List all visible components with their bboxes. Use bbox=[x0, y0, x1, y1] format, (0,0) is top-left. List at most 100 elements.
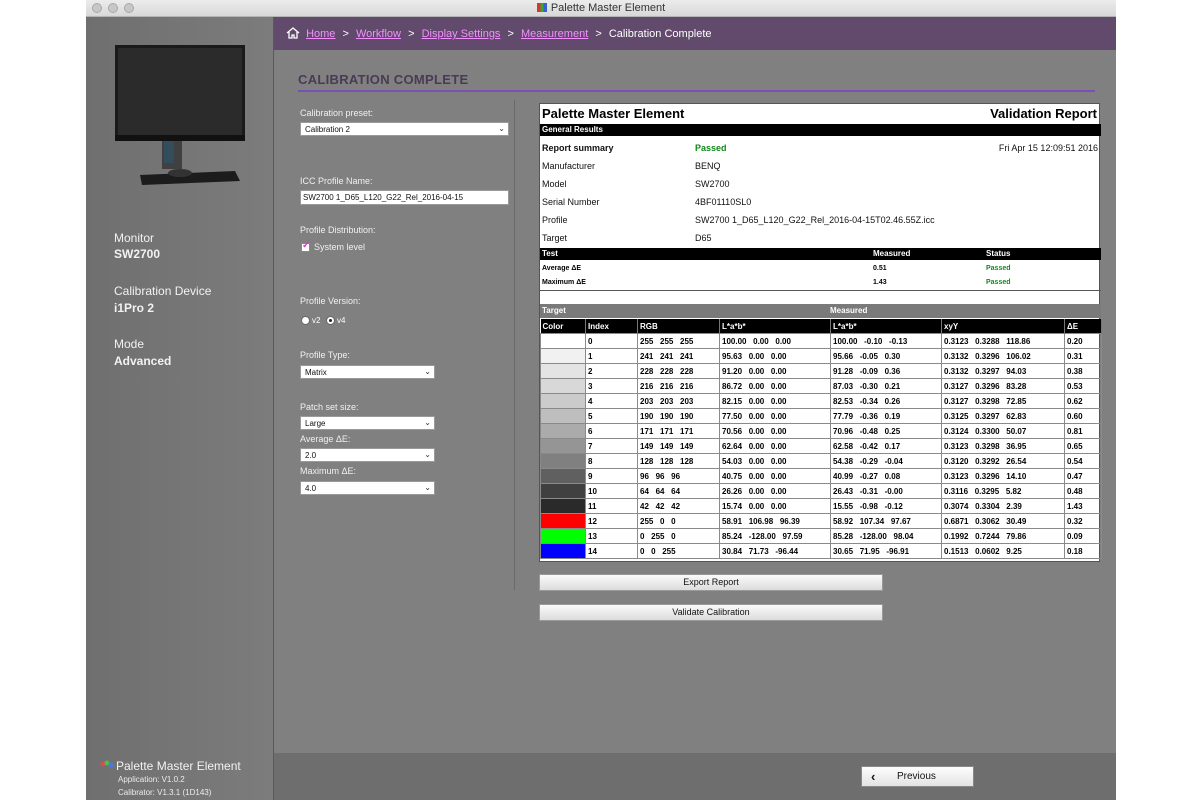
patch-row: 13 0 255 0 85.24 -128.00 97.59 85.28 -128.0… bbox=[540, 528, 1102, 544]
breadcrumb-home[interactable]: Home bbox=[306, 28, 335, 40]
patch-lab-measured-cell: 91.28 -0.09 0.36 bbox=[830, 363, 942, 379]
previous-label: Previous bbox=[897, 771, 936, 782]
v2-radio[interactable] bbox=[301, 316, 310, 325]
patch-lab-target-cell: 85.24 -128.00 97.59 bbox=[719, 528, 831, 544]
patch-row: 12 255 0 0 58.91 106.98 96.39 58.92 107.34 … bbox=[540, 513, 1102, 529]
patch-lab-target-value: 86.72 0.00 0.00 bbox=[722, 381, 787, 391]
patch-rgb-cell: 216 216 216 bbox=[637, 378, 720, 394]
patch-rgb-cell: 255 0 0 bbox=[637, 513, 720, 529]
calibration-preset-select[interactable]: Calibration 2 ⌄ bbox=[300, 122, 509, 136]
breadcrumb-workflow[interactable]: Workflow bbox=[356, 28, 401, 40]
patch-delta-e-cell: 0.65 bbox=[1064, 438, 1102, 454]
patch-lab-measured-cell: 87.03 -0.30 0.21 bbox=[830, 378, 942, 394]
patch-rgb-value: 228 228 228 bbox=[640, 366, 694, 376]
target-row: Target D65 bbox=[540, 229, 1101, 247]
patch-xyy-value: 0.3132 0.3296 106.02 bbox=[944, 351, 1031, 361]
patch-delta-e-value: 0.65 bbox=[1067, 441, 1083, 451]
patch-index-value: 3 bbox=[588, 381, 593, 391]
patch-delta-e-cell: 0.20 bbox=[1064, 333, 1102, 349]
test-measured: 1.43 bbox=[873, 279, 887, 286]
patch-lab-target-value: 82.15 0.00 0.00 bbox=[722, 396, 787, 406]
patch-rgb-cell: 171 171 171 bbox=[637, 423, 720, 439]
test-header: Test Measured Status bbox=[540, 248, 1101, 260]
profile-label: Profile bbox=[542, 215, 568, 225]
patch-xyy-cell: 0.3074 0.3304 2.39 bbox=[941, 498, 1065, 514]
target-value: D65 bbox=[695, 233, 712, 243]
serial-label: Serial Number bbox=[542, 197, 600, 207]
system-level-checkbox[interactable]: ✓ bbox=[301, 240, 310, 252]
patch-swatch bbox=[540, 468, 586, 484]
patch-swatch bbox=[540, 453, 586, 469]
patch-delta-e-value: 0.48 bbox=[1067, 486, 1083, 496]
patch-xyy-cell: 0.3116 0.3295 5.82 bbox=[941, 483, 1065, 499]
patch-delta-e-cell: 0.31 bbox=[1064, 348, 1102, 364]
patch-xyy-cell: 0.3132 0.3297 94.03 bbox=[941, 363, 1065, 379]
export-report-button[interactable]: Export Report bbox=[539, 574, 883, 591]
patch-index-value: 14 bbox=[588, 546, 597, 556]
validate-calibration-button[interactable]: Validate Calibration bbox=[539, 604, 883, 621]
serial-value: 4BF01110SL0 bbox=[695, 197, 752, 207]
patch-delta-e-cell: 0.38 bbox=[1064, 363, 1102, 379]
patch-lab-measured-value: 54.38 -0.29 -0.04 bbox=[833, 456, 903, 466]
patch-lab-measured-cell: 40.99 -0.27 0.08 bbox=[830, 468, 942, 484]
profile-type-select[interactable]: Matrix ⌄ bbox=[300, 365, 435, 379]
patch-lab-measured-cell: 54.38 -0.29 -0.04 bbox=[830, 453, 942, 469]
patch-lab-target-value: 70.56 0.00 0.00 bbox=[722, 426, 787, 436]
patch-group-header: Target Measured bbox=[540, 304, 1101, 318]
patch-lab-target-cell: 54.03 0.00 0.00 bbox=[719, 453, 831, 469]
maximum-de-select[interactable]: 4.0 ⌄ bbox=[300, 481, 435, 495]
home-icon[interactable] bbox=[286, 27, 300, 39]
patch-lab-measured-value: 15.55 -0.98 -0.12 bbox=[833, 501, 903, 511]
patch-delta-e-value: 0.60 bbox=[1067, 411, 1083, 421]
breadcrumb-display-settings[interactable]: Display Settings bbox=[422, 28, 501, 40]
patch-rgb-cell: 228 228 228 bbox=[637, 363, 720, 379]
preset-value: Calibration 2 bbox=[305, 125, 350, 134]
patch-swatch bbox=[540, 528, 586, 544]
calibration-device-value: i1Pro 2 bbox=[114, 301, 155, 315]
patch-rgb-cell: 255 255 255 bbox=[637, 333, 720, 349]
app-version: Application: V1.0.2 bbox=[118, 775, 185, 784]
v4-radio[interactable] bbox=[326, 316, 335, 325]
patch-lab-target-value: 100.00 0.00 0.00 bbox=[722, 336, 791, 346]
patch-rgb-cell: 128 128 128 bbox=[637, 453, 720, 469]
patch-lab-target-cell: 30.84 71.73 -96.44 bbox=[719, 543, 831, 559]
patch-index-value: 0 bbox=[588, 336, 593, 346]
breadcrumb-measurement[interactable]: Measurement bbox=[521, 28, 588, 40]
breadcrumb-separator: > bbox=[342, 28, 349, 40]
patch-row: 3 216 216 216 86.72 0.00 0.00 87.03 -0.30 0… bbox=[540, 378, 1102, 394]
patch-lab-target-cell: 82.15 0.00 0.00 bbox=[719, 393, 831, 409]
patch-lab-measured-value: 77.79 -0.36 0.19 bbox=[833, 411, 901, 421]
patch-xyy-value: 0.1513 0.0602 9.25 bbox=[944, 546, 1022, 556]
patch-index-cell: 2 bbox=[585, 363, 638, 379]
patch-delta-e-cell: 0.60 bbox=[1064, 408, 1102, 424]
patch-index-cell: 6 bbox=[585, 423, 638, 439]
target-label: Target bbox=[542, 233, 568, 243]
app-logo-icon bbox=[536, 3, 547, 12]
breadcrumb-separator: > bbox=[408, 28, 415, 40]
average-de-value: 2.0 bbox=[305, 451, 317, 460]
average-de-select[interactable]: 2.0 ⌄ bbox=[300, 448, 435, 462]
chevron-down-icon: ⌄ bbox=[424, 450, 431, 459]
patch-index-value: 5 bbox=[588, 411, 593, 421]
previous-button[interactable]: ‹ Previous bbox=[861, 766, 974, 787]
icc-profile-name-input[interactable]: SW2700 1_D65_L120_G22_Rel_2016-04-15 bbox=[300, 190, 509, 205]
patch-rgb-value: 255 0 0 bbox=[640, 516, 676, 526]
patch-lab-measured-value: 30.65 71.95 -96.91 bbox=[833, 546, 910, 556]
patch-lab-target-value: 40.75 0.00 0.00 bbox=[722, 471, 787, 481]
patch-delta-e-cell: 0.53 bbox=[1064, 378, 1102, 394]
patch-delta-e-value: 0.20 bbox=[1067, 336, 1083, 346]
patch-set-label: Patch set size: bbox=[300, 402, 359, 412]
patch-set-value: Large bbox=[305, 419, 326, 428]
patch-swatch bbox=[540, 483, 586, 499]
patch-lab-target-cell: 86.72 0.00 0.00 bbox=[719, 378, 831, 394]
patch-xyy-cell: 0.3123 0.3296 14.10 bbox=[941, 468, 1065, 484]
patch-xyy-cell: 0.3123 0.3288 118.86 bbox=[941, 333, 1065, 349]
main-panel: CALIBRATION COMPLETE Calibration preset:… bbox=[274, 50, 1116, 753]
monitor-label: Monitor bbox=[114, 231, 155, 245]
system-level-label: System level bbox=[314, 242, 366, 252]
patch-set-size-select[interactable]: Large ⌄ bbox=[300, 416, 435, 430]
patch-delta-e-cell: 0.54 bbox=[1064, 453, 1102, 469]
patch-index-cell: 4 bbox=[585, 393, 638, 409]
patch-rgb-value: 0 0 255 bbox=[640, 546, 676, 556]
patch-lab-measured-value: 82.53 -0.34 0.26 bbox=[833, 396, 901, 406]
